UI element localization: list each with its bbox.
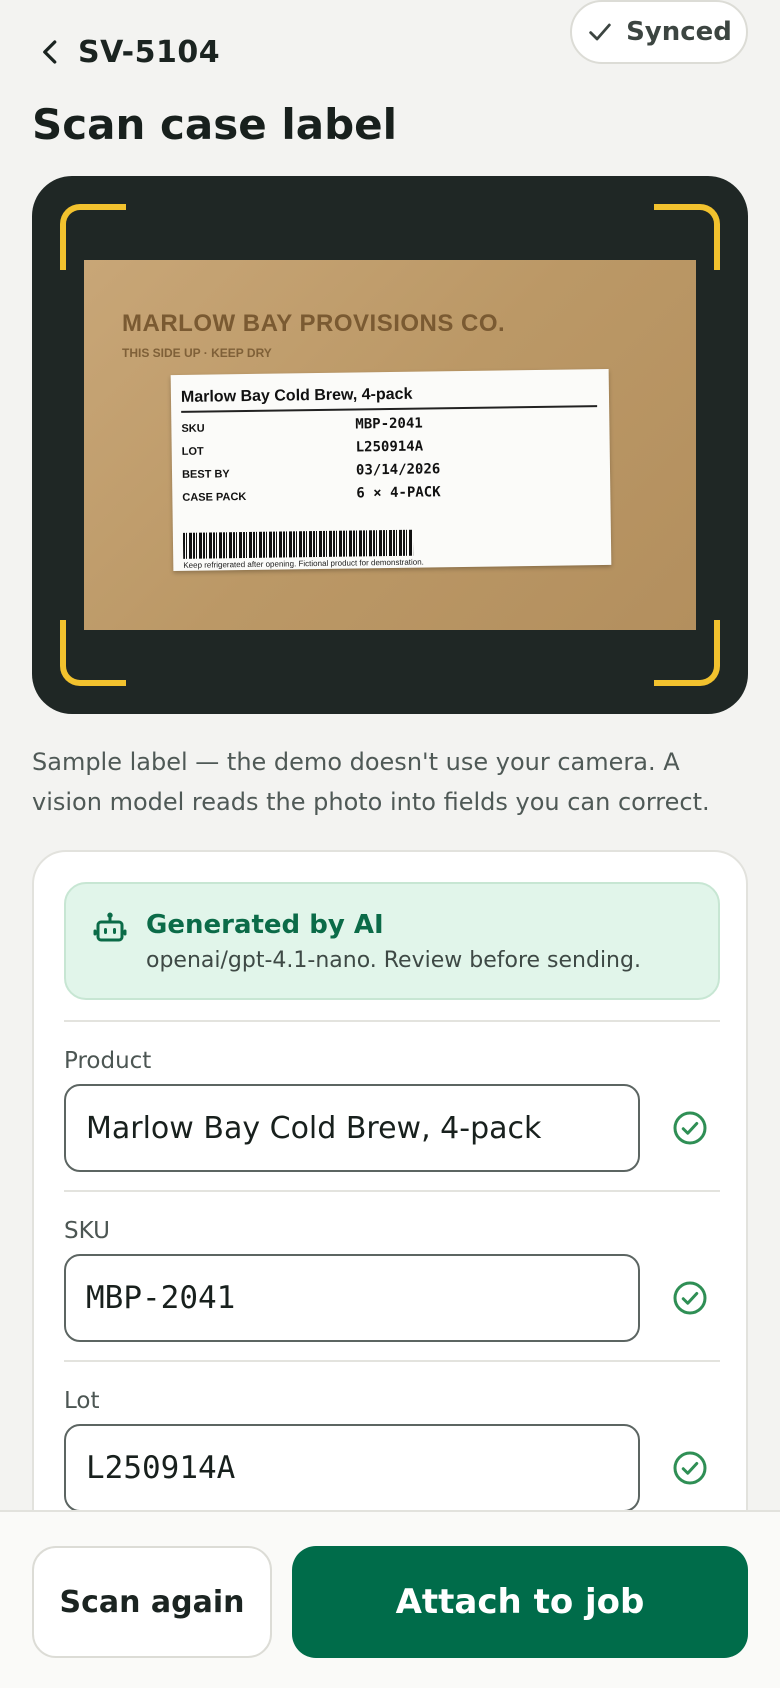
- case-label-value: L250914A: [355, 438, 424, 456]
- page-title: Scan case label: [32, 100, 398, 149]
- check-circle-icon: [673, 1281, 707, 1315]
- divider: [64, 1190, 720, 1192]
- camera-viewport: MARLOW BAY PROVISIONS CO. THIS SIDE UP ·…: [32, 176, 748, 714]
- scan-again-button[interactable]: Scan again: [32, 1546, 272, 1658]
- frame-corner: [60, 204, 126, 270]
- back-button[interactable]: SV-5104: [36, 28, 220, 76]
- divider: [64, 1020, 720, 1022]
- frame-corner: [654, 204, 720, 270]
- case-label: Marlow Bay Cold Brew, 4-pack SKU MBP-204…: [170, 368, 612, 572]
- header: SV-5104 Synced: [0, 0, 780, 96]
- carton-brand: MARLOW BAY PROVISIONS CO.: [122, 310, 506, 337]
- sync-status-label: Synced: [626, 17, 732, 47]
- attach-to-job-button[interactable]: Attach to job: [292, 1546, 748, 1658]
- case-label-title: Marlow Bay Cold Brew, 4-pack: [180, 383, 598, 413]
- frame-corner: [60, 620, 126, 686]
- barcode: [182, 529, 414, 559]
- divider: [64, 1360, 720, 1362]
- case-label-key: CASE PACK: [182, 491, 247, 504]
- bottom-action-bar: Scan again Attach to job: [0, 1510, 780, 1688]
- check-icon: [589, 23, 611, 41]
- frame-corner: [654, 620, 720, 686]
- case-label-footnote: Keep refrigerated after opening. Fiction…: [183, 557, 424, 570]
- product-input[interactable]: [64, 1084, 640, 1172]
- sync-status-badge: Synced: [570, 0, 748, 64]
- job-id: SV-5104: [78, 34, 221, 70]
- carton-subtext: THIS SIDE UP · KEEP DRY: [122, 346, 272, 360]
- lot-label: Lot: [64, 1388, 100, 1414]
- chevron-left-icon: [43, 40, 57, 64]
- sku-label: SKU: [64, 1218, 110, 1244]
- ai-banner: Generated by AI openai/gpt-4.1-nano. Rev…: [64, 882, 720, 1000]
- case-label-key: LOT: [181, 445, 204, 458]
- case-label-key: SKU: [181, 422, 205, 435]
- lot-input[interactable]: [64, 1424, 640, 1512]
- carton-photo: MARLOW BAY PROVISIONS CO. THIS SIDE UP ·…: [84, 260, 696, 630]
- case-label-key: BEST BY: [181, 468, 230, 481]
- sku-input[interactable]: [64, 1254, 640, 1342]
- ai-banner-subtitle: openai/gpt-4.1-nano. Review before sendi…: [146, 948, 641, 973]
- check-circle-icon: [673, 1451, 707, 1485]
- case-label-value: MBP-2041: [355, 415, 423, 433]
- case-label-row: CASE PACK 6 × 4-PACK: [182, 480, 602, 508]
- case-label-value: 6 × 4-PACK: [356, 484, 441, 502]
- viewport-caption: Sample label — the demo doesn't use your…: [32, 748, 710, 816]
- check-circle-icon: [673, 1111, 707, 1145]
- extracted-fields-card: Generated by AI openai/gpt-4.1-nano. Rev…: [32, 850, 748, 1610]
- case-label-value: 03/14/2026: [355, 461, 441, 479]
- robot-icon: [93, 912, 127, 942]
- ai-banner-title: Generated by AI: [146, 910, 384, 940]
- product-label: Product: [64, 1048, 152, 1074]
